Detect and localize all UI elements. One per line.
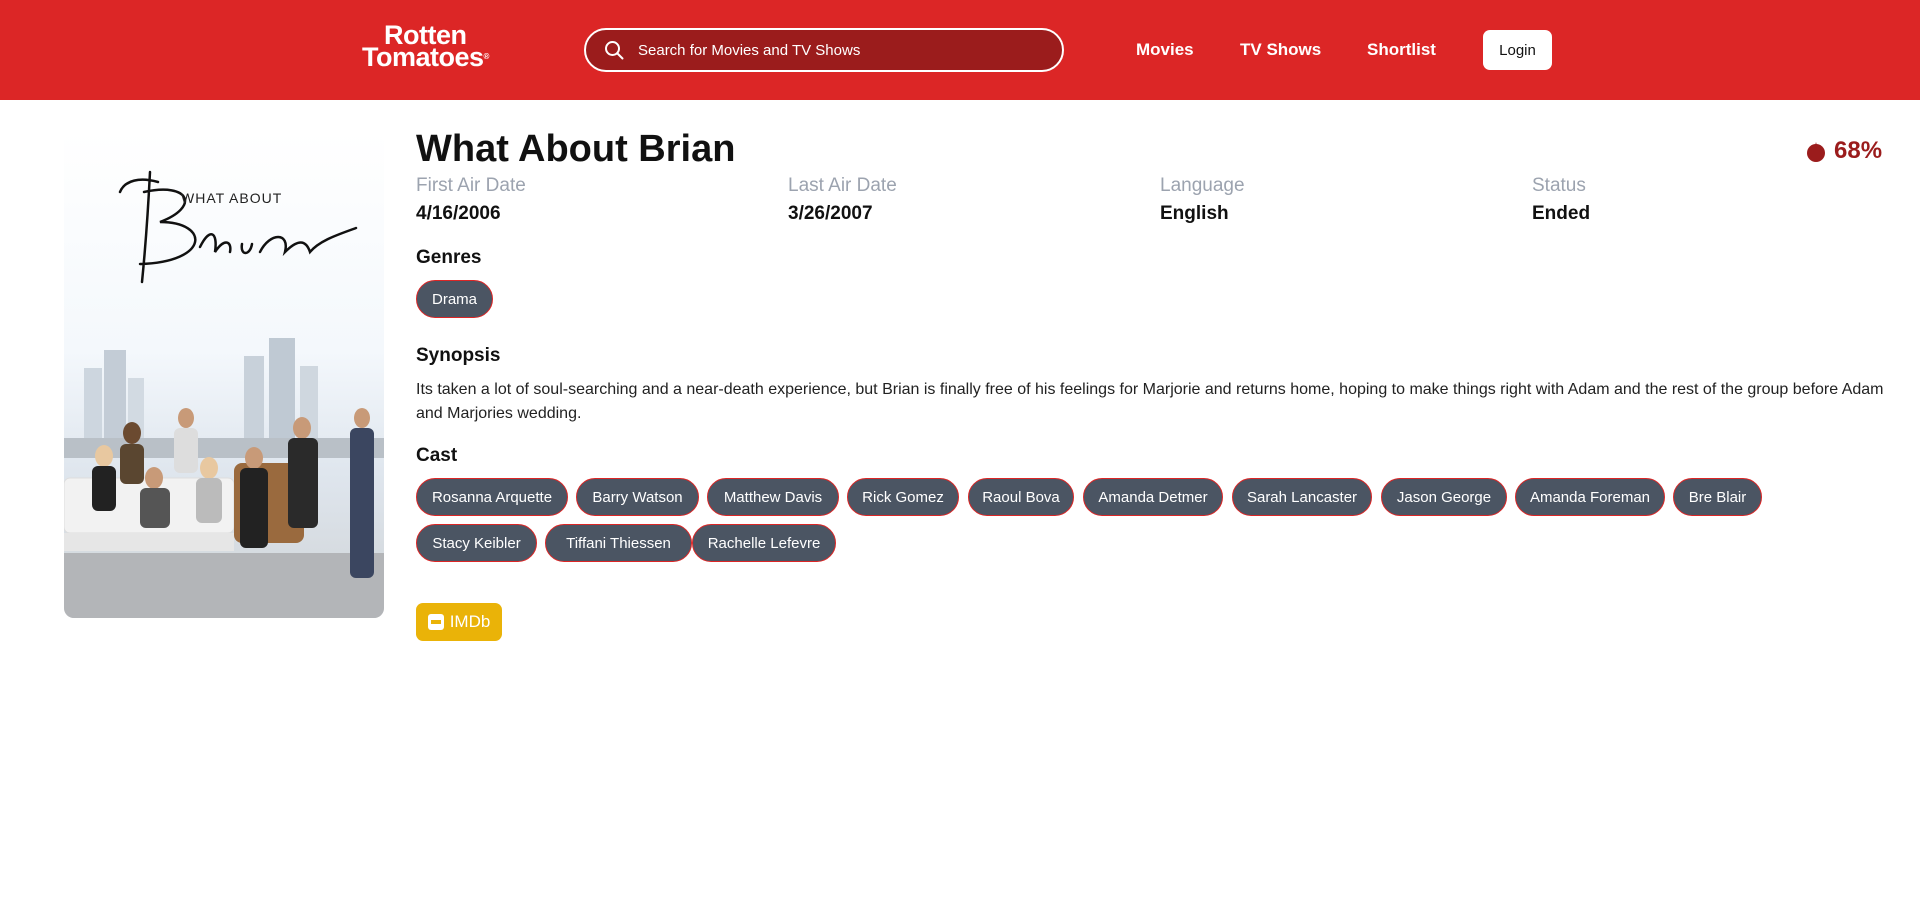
cast-chip[interactable]: Stacy Keibler xyxy=(416,524,537,562)
language-label: Language xyxy=(1160,175,1245,196)
show-poster: WHAT ABOUT xyxy=(64,132,384,618)
search-bar[interactable] xyxy=(584,28,1064,72)
last-air-date-label: Last Air Date xyxy=(788,175,897,196)
cast-chip[interactable]: Rick Gomez xyxy=(847,478,959,516)
synopsis-heading: Synopsis xyxy=(416,345,501,366)
nav-tv-shows-link[interactable]: TV Shows xyxy=(1240,40,1321,60)
logo-line-2: Tomatoes® xyxy=(362,42,489,72)
imdb-button-label: IMDb xyxy=(449,612,491,631)
poster-script-title xyxy=(118,170,358,284)
cast-chip[interactable]: Bre Blair xyxy=(1673,478,1762,516)
genres-heading: Genres xyxy=(416,247,482,268)
top-navigation-bar: Rotten Tomatoes® Movies TV Shows Shortli… xyxy=(0,0,1920,100)
last-air-date-value: 3/26/2007 xyxy=(788,203,873,224)
login-button[interactable]: Login xyxy=(1483,30,1552,70)
cast-chip[interactable]: Tiffani Thiessen xyxy=(545,524,692,562)
show-title: What About Brian xyxy=(416,128,736,170)
nav-shortlist-link[interactable]: Shortlist xyxy=(1367,40,1436,60)
poster-small-text: WHAT ABOUT xyxy=(181,190,283,206)
status-value: Ended xyxy=(1532,203,1591,224)
cast-chip[interactable]: Amanda Detmer xyxy=(1083,478,1223,516)
cast-chip[interactable]: Raoul Bova xyxy=(968,478,1074,516)
status-label: Status xyxy=(1532,175,1586,196)
rotten-tomatoes-logo[interactable]: Rotten Tomatoes® xyxy=(362,22,518,74)
cast-chip[interactable]: Matthew Davis xyxy=(707,478,839,516)
synopsis-text: Its taken a lot of soul-searching and a … xyxy=(416,381,1884,422)
poster-cast-photo xyxy=(64,338,384,618)
tomato-icon xyxy=(1807,142,1825,162)
tomato-score-value: 68% xyxy=(1834,137,1883,164)
cast-heading: Cast xyxy=(416,445,458,466)
tomato-score: 68% xyxy=(1804,137,1882,165)
cast-chip[interactable]: Rachelle Lefevre xyxy=(692,524,836,562)
first-air-date-label: First Air Date xyxy=(416,175,526,196)
cast-chip[interactable]: Barry Watson xyxy=(576,478,699,516)
first-air-date-value: 4/16/2006 xyxy=(416,203,501,224)
language-value: English xyxy=(1160,203,1229,224)
imdb-icon xyxy=(427,614,444,630)
cast-chip[interactable]: Amanda Foreman xyxy=(1515,478,1665,516)
cast-chip[interactable]: Jason George xyxy=(1381,478,1507,516)
cast-chip[interactable]: Rosanna Arquette xyxy=(416,478,568,516)
cast-chip[interactable]: Sarah Lancaster xyxy=(1232,478,1372,516)
imdb-button[interactable]: IMDb xyxy=(416,603,502,641)
genre-chip[interactable]: Drama xyxy=(416,280,493,318)
search-icon xyxy=(605,41,624,60)
nav-movies-link[interactable]: Movies xyxy=(1136,40,1194,60)
search-input[interactable] xyxy=(638,41,1038,59)
